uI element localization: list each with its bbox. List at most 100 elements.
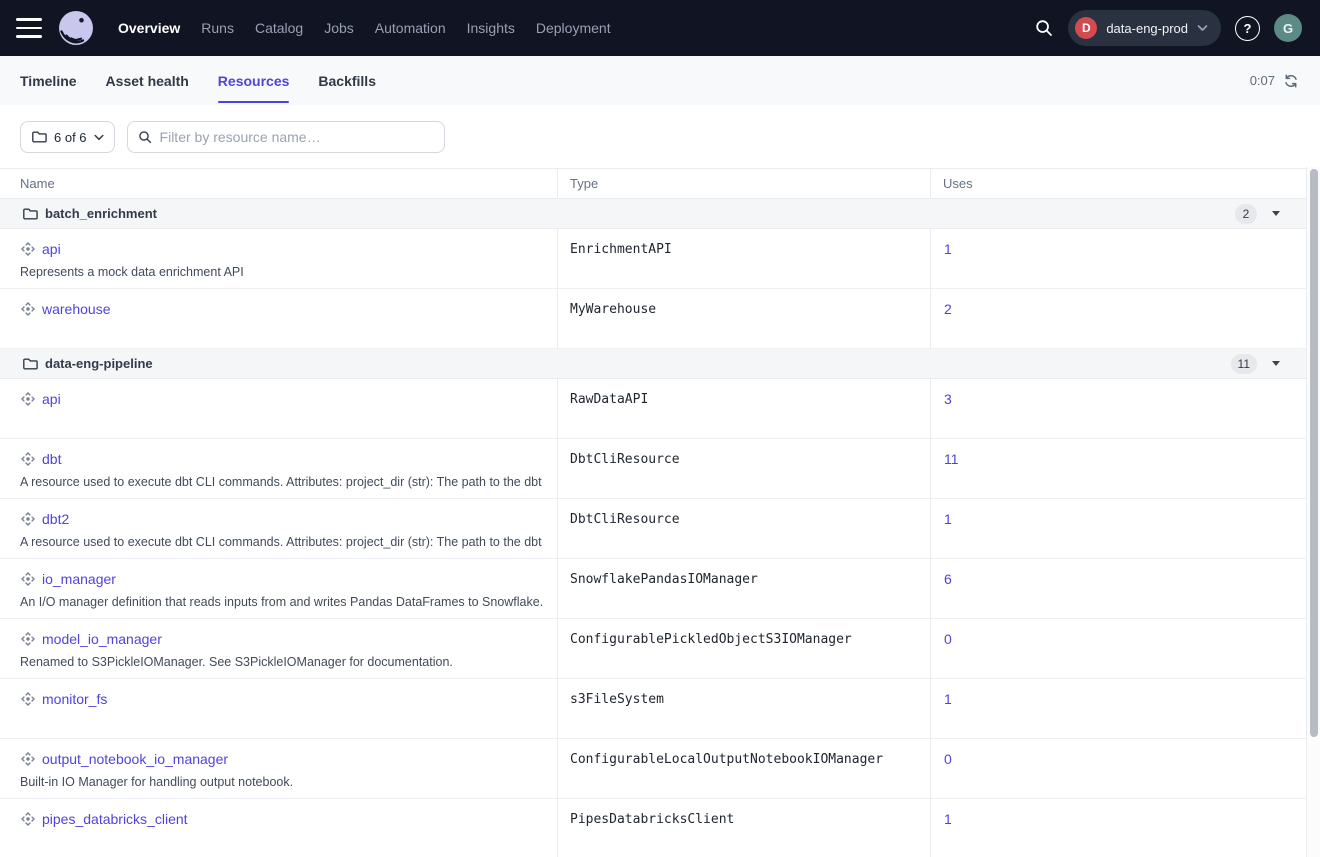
resource-uses-link[interactable]: 1 [944,511,952,527]
refresh-status: 0:07 [1250,56,1298,105]
filter-row: 6 of 6 [0,105,1320,153]
group-row-batch-enrichment[interactable]: batch_enrichment2 [0,199,1306,229]
table-row: output_notebook_io_manager Built-in IO Ma… [0,739,1306,799]
resource-type: s3FileSystem [557,679,930,738]
table-body: batch_enrichment2apiRepresents a mock da… [0,199,1306,857]
resource-uses-cell: 1 [930,679,1306,738]
table-row: apiRepresents a mock data enrichment API… [0,229,1306,289]
group-filter-button[interactable]: 6 of 6 [20,121,115,153]
search-icon[interactable] [1034,18,1054,38]
resource-icon [20,301,36,317]
resource-uses-cell: 1 [930,229,1306,288]
resource-name-cell: api [0,379,557,438]
scrollbar-track[interactable] [1306,167,1320,857]
resource-type: EnrichmentAPI [557,229,930,288]
resource-uses-link[interactable]: 3 [944,391,952,407]
table-row: model_io_manager Renamed to S3PickleIOMan… [0,619,1306,679]
top-navbar: Overview Runs Catalog Jobs Automation Insight… [0,0,1320,56]
table-header-row: Name Type Uses [0,169,1306,199]
resource-uses-cell: 11 [930,439,1306,498]
nav-item-runs[interactable]: Runs [201,20,234,36]
resource-uses-link[interactable]: 1 [944,811,952,827]
folder-icon [31,129,47,145]
resource-link[interactable]: dbt [42,451,61,467]
table-row: dbt2 A resource used to execute dbt CLI c… [0,499,1306,559]
group-row-data-eng-pipeline[interactable]: data-eng-pipeline11 [0,349,1306,379]
folder-icon [22,206,38,222]
resource-description: Built-in IO Manager for handling output … [20,775,543,789]
table-row: monitor_fs s3FileSystem 1 [0,679,1306,739]
resources-table: Name Type Uses batch_enrichment2apiRepre… [0,168,1306,857]
column-header-name: Name [0,169,557,198]
resource-filter-input[interactable] [160,129,434,145]
refresh-countdown: 0:07 [1250,73,1275,88]
resource-uses-link[interactable]: 0 [944,751,952,767]
resource-uses-link[interactable]: 2 [944,301,952,317]
table-row: apiRawDataAPI3 [0,379,1306,439]
resource-link[interactable]: dbt2 [42,511,69,527]
collapse-caret-icon[interactable] [1272,211,1280,216]
help-icon[interactable]: ? [1235,16,1260,41]
resource-link[interactable]: output_notebook_io_manager [42,751,228,767]
nav-item-catalog[interactable]: Catalog [255,20,303,36]
group-count-badge: 2 [1235,204,1257,224]
group-filter-label: 6 of 6 [54,130,87,145]
nav-item-jobs[interactable]: Jobs [324,20,354,36]
resource-name-cell: dbt A resource used to execute dbt CLI co… [0,439,557,498]
resource-uses-link[interactable]: 0 [944,631,952,647]
resource-description: Renamed to S3PickleIOManager. See S3Pick… [20,655,543,669]
scrollbar-thumb[interactable] [1310,169,1318,737]
resource-uses-cell: 1 [930,499,1306,558]
resource-type: DbtCliResource [557,439,930,498]
resource-type: ConfigurablePickledObjectS3IOManager [557,619,930,678]
resource-uses-link[interactable]: 6 [944,571,952,587]
dagster-logo-icon[interactable] [58,10,94,46]
resource-uses-link[interactable]: 1 [944,691,952,707]
tab-resources[interactable]: Resources [218,56,290,105]
resource-uses-link[interactable]: 1 [944,241,952,257]
collapse-caret-icon[interactable] [1272,361,1280,366]
nav-item-insights[interactable]: Insights [467,20,515,36]
menu-icon[interactable] [16,18,42,38]
resource-icon [20,751,36,767]
resource-name-cell: io_manager An I/O manager definition that… [0,559,557,618]
nav-item-overview[interactable]: Overview [118,20,180,36]
nav-item-automation[interactable]: Automation [375,20,446,36]
resource-description: An I/O manager definition that reads inp… [20,595,543,609]
resource-link[interactable]: model_io_manager [42,631,162,647]
primary-nav: Overview Runs Catalog Jobs Automation Insight… [118,20,611,36]
resource-uses-link[interactable]: 11 [944,451,959,467]
chevron-down-icon [1197,24,1208,32]
deployment-switcher[interactable]: D data-eng-prod [1068,10,1221,46]
resource-description: A resource used to execute dbt CLI comma… [20,475,543,489]
refresh-icon[interactable] [1284,74,1298,88]
resource-icon [20,631,36,647]
table-row: io_manager An I/O manager definition that… [0,559,1306,619]
resource-icon [20,691,36,707]
tab-bar: Timeline Asset health Resources Backfills 0… [0,56,1320,105]
resource-name-cell: dbt2 A resource used to execute dbt CLI c… [0,499,557,558]
resource-link[interactable]: warehouse [42,301,111,317]
resource-type: ConfigurableLocalOutputNotebookIOManager [557,739,930,798]
resource-uses-cell: 0 [930,739,1306,798]
resource-link[interactable]: api [42,241,61,257]
resource-icon [20,571,36,587]
tab-timeline[interactable]: Timeline [20,56,77,105]
column-header-type: Type [557,169,930,198]
resource-type: MyWarehouse [557,289,930,348]
resource-link[interactable]: monitor_fs [42,691,107,707]
resource-link[interactable]: api [42,391,61,407]
resource-description: A resource used to execute dbt CLI comma… [20,535,543,549]
tab-asset-health[interactable]: Asset health [106,56,189,105]
resource-link[interactable]: pipes_databricks_client [42,811,188,827]
table-row: pipes_databricks_clientPipesDatabricksCl… [0,799,1306,857]
nav-item-deployment[interactable]: Deployment [536,20,611,36]
search-icon [138,130,152,144]
folder-icon [22,356,38,372]
avatar[interactable]: G [1274,14,1302,42]
resource-link[interactable]: io_manager [42,571,116,587]
tab-backfills[interactable]: Backfills [318,56,376,105]
deployment-name: data-eng-prod [1106,21,1188,36]
resource-filter [127,121,445,153]
deployment-initial-badge: D [1075,17,1097,39]
